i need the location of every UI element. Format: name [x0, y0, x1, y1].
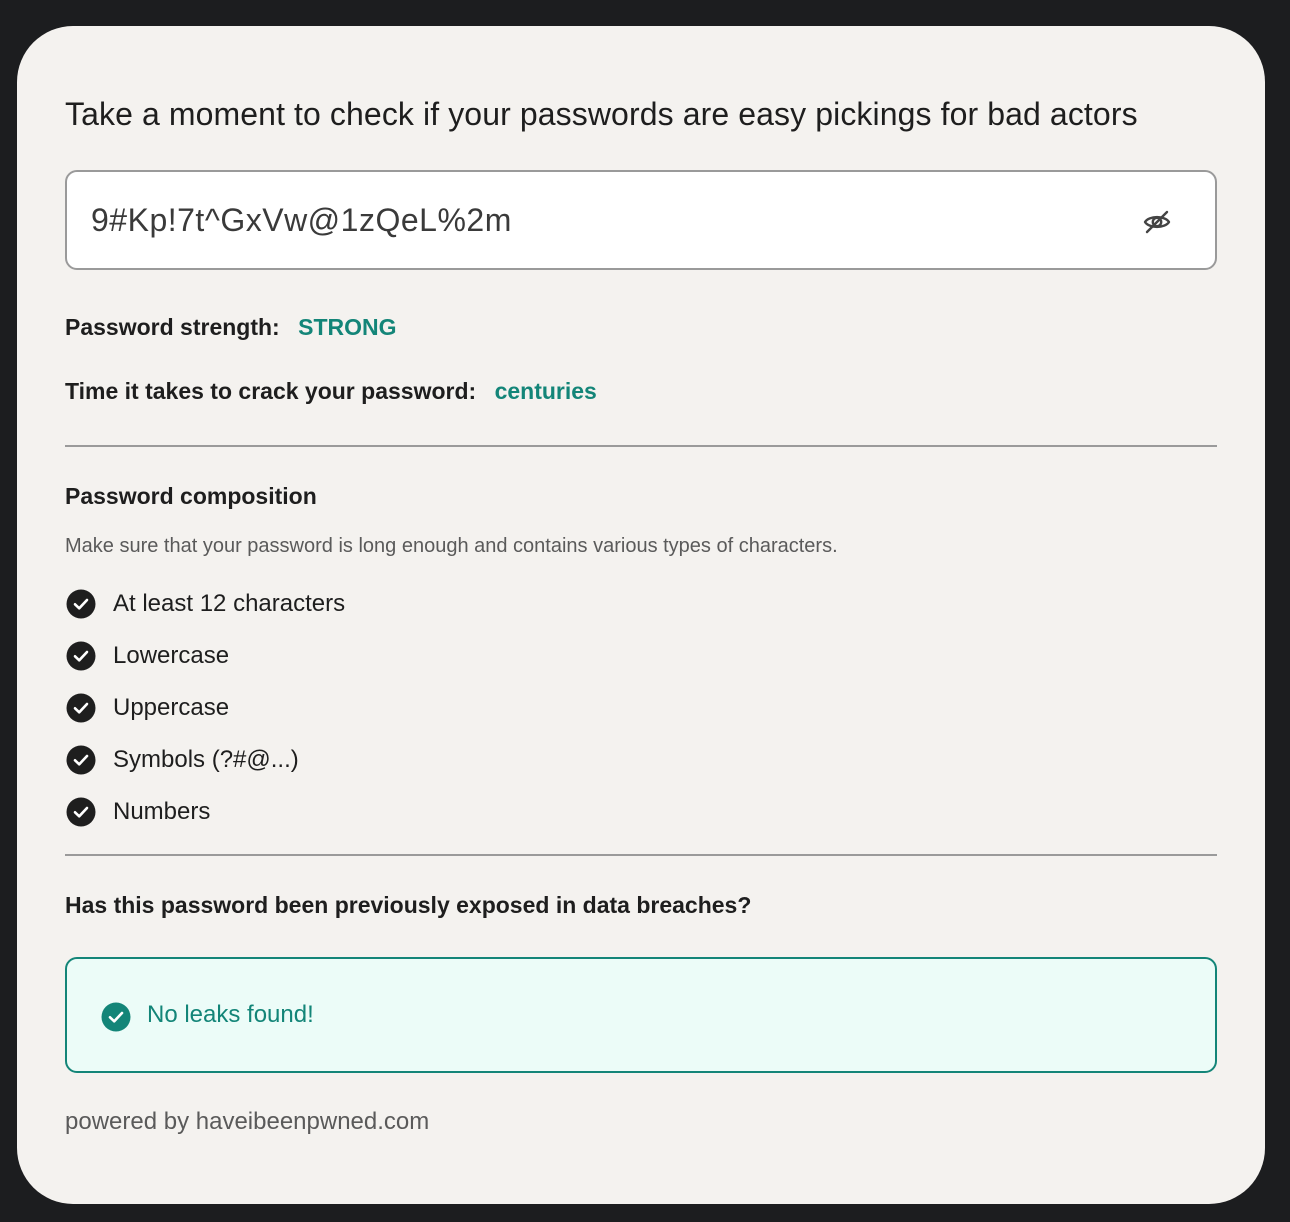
crack-time-label: Time it takes to crack your password:	[65, 378, 477, 404]
password-input[interactable]	[91, 196, 1091, 244]
divider	[65, 445, 1217, 447]
powered-by-text: powered by haveibeenpwned.com	[65, 1108, 430, 1135]
check-circle-icon	[66, 745, 96, 775]
checklist-item-label: Symbols (?#@...)	[113, 746, 299, 773]
check-circle-icon	[66, 693, 96, 723]
checklist-item-lowercase: Lowercase	[65, 630, 345, 682]
check-circle-icon	[66, 797, 96, 827]
check-circle-icon	[66, 641, 96, 671]
password-checker-card: Take a moment to check if your passwords…	[17, 26, 1265, 1204]
strength-label: Password strength:	[65, 314, 280, 340]
composition-checklist: At least 12 characters Lowercase Upperca…	[65, 578, 345, 838]
eye-slash-icon[interactable]	[1141, 206, 1173, 238]
password-field-container	[65, 170, 1217, 270]
checklist-item-label: At least 12 characters	[113, 590, 346, 617]
checklist-item-uppercase: Uppercase	[65, 682, 345, 734]
divider	[65, 854, 1217, 856]
checklist-item-label: Uppercase	[113, 694, 230, 721]
crack-time-value: centuries	[494, 378, 597, 404]
check-circle-icon	[66, 589, 96, 619]
breach-question: Has this password been previously expose…	[65, 892, 752, 918]
breach-result-box: No leaks found!	[65, 957, 1217, 1073]
strength-value: STRONG	[298, 314, 397, 340]
page-title: Take a moment to check if your passwords…	[65, 96, 1138, 132]
check-circle-icon	[101, 1002, 131, 1032]
crack-time-row: Time it takes to crack your password: ce…	[65, 378, 597, 405]
strength-row: Password strength: STRONG	[65, 314, 397, 341]
breach-result-text: No leaks found!	[147, 1001, 314, 1028]
checklist-item-numbers: Numbers	[65, 786, 345, 838]
composition-title: Password composition	[65, 483, 317, 509]
checklist-item-label: Numbers	[113, 798, 211, 825]
checklist-item-label: Lowercase	[113, 642, 230, 669]
checklist-item-length: At least 12 characters	[65, 578, 345, 630]
checklist-item-symbols: Symbols (?#@...)	[65, 734, 345, 786]
composition-hint: Make sure that your password is long eno…	[65, 535, 838, 557]
